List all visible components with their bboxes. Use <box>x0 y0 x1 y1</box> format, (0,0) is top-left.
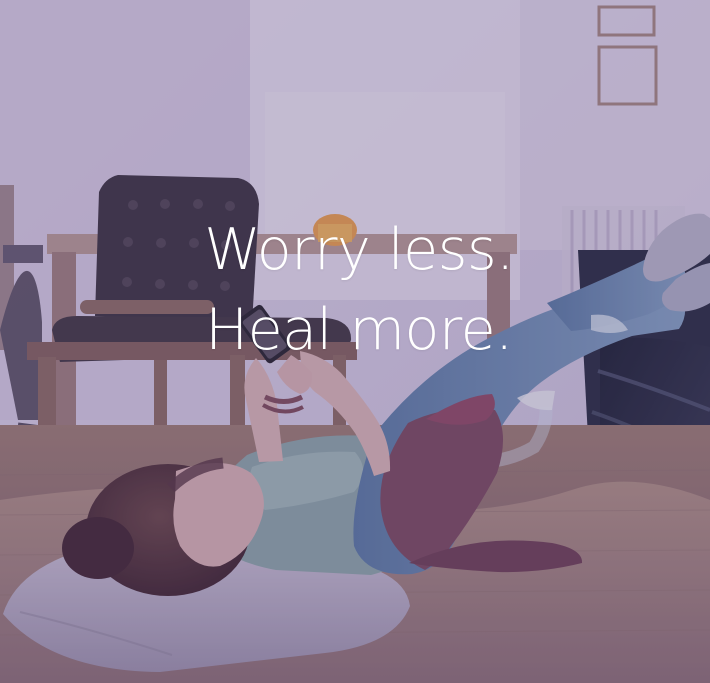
hero-headline: Worry less. Heal more. <box>0 210 710 370</box>
hero-headline-line-2: Heal more. <box>205 297 513 364</box>
hero-headline-line-1: Worry less. <box>204 217 514 284</box>
hero-banner: Worry less. Heal more. <box>0 0 710 683</box>
